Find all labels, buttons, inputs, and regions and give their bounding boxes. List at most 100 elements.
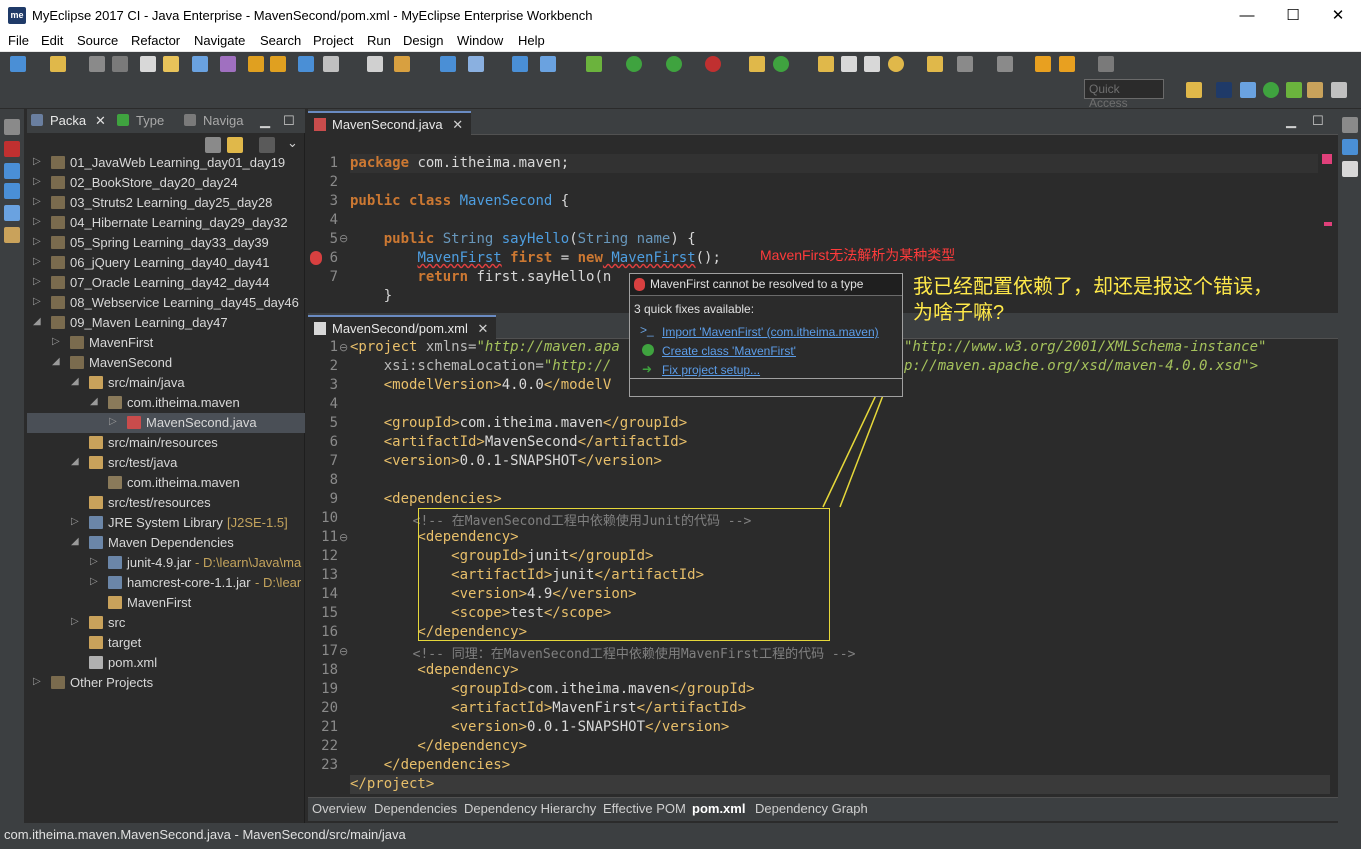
- link-with-editor-icon[interactable]: [227, 137, 243, 153]
- outline-right-icon[interactable]: [1342, 161, 1358, 177]
- tab-pom-xml[interactable]: MavenSecond/pom.xml ✕: [308, 315, 497, 339]
- debug-icon[interactable]: [586, 56, 602, 72]
- search-icon[interactable]: [888, 56, 904, 72]
- tab-navigator[interactable]: Naviga: [203, 113, 243, 128]
- print-icon[interactable]: [140, 56, 156, 72]
- new-package-icon[interactable]: [749, 56, 765, 72]
- menu-file[interactable]: File: [8, 33, 29, 48]
- tree-item[interactable]: ▷ 01_JavaWeb Learning_day01_day19: [27, 153, 305, 173]
- undo-icon[interactable]: [248, 56, 264, 72]
- tree-item[interactable]: ▷ MavenFirst: [27, 333, 305, 353]
- tree-item[interactable]: ◢ src/test/java: [27, 453, 305, 473]
- code-line-8[interactable]: }: [350, 288, 392, 304]
- redo-icon[interactable]: [270, 56, 286, 72]
- code-line-5[interactable]: public String sayHello(String name) {: [350, 231, 696, 247]
- camera-icon[interactable]: [540, 56, 556, 72]
- forward-icon[interactable]: [1098, 56, 1114, 72]
- tree-item[interactable]: target: [27, 633, 305, 653]
- tree-item[interactable]: com.itheima.maven: [27, 473, 305, 493]
- tree-expand-icon[interactable]: ▷: [71, 616, 79, 627]
- save-all-icon[interactable]: [112, 56, 128, 72]
- pom-line-20[interactable]: <artifactId>MavenFirst</artifactId>: [350, 700, 746, 716]
- pom-line-5[interactable]: <groupId>com.itheima.maven</groupId>: [350, 415, 687, 431]
- tree-expand-icon[interactable]: ▷: [33, 216, 41, 227]
- menu-source[interactable]: Source: [77, 33, 118, 48]
- menu-help[interactable]: Help: [518, 33, 545, 48]
- fold-icon[interactable]: ⊖: [339, 645, 348, 658]
- code-line-1[interactable]: package com.itheima.maven;: [350, 155, 569, 171]
- open-folder-icon[interactable]: [818, 56, 834, 72]
- outline-icon[interactable]: [4, 183, 20, 199]
- tree-expand-icon[interactable]: ▷: [33, 176, 41, 187]
- stop-icon[interactable]: [705, 56, 721, 72]
- tab-overview[interactable]: Overview: [312, 801, 366, 816]
- open-resource-icon[interactable]: [864, 56, 880, 72]
- pom-line-3[interactable]: <modelVersion>4.0.0</modelV: [350, 377, 612, 393]
- tree-item[interactable]: ◢ MavenSecond: [27, 353, 305, 373]
- tab-close-icon[interactable]: ✕: [477, 321, 488, 336]
- save-icon[interactable]: [89, 56, 105, 72]
- tree-expand-icon[interactable]: ▷: [90, 576, 98, 587]
- tree-item[interactable]: ▷ src: [27, 613, 305, 633]
- servers-icon[interactable]: [4, 227, 20, 243]
- tree-item[interactable]: ▷ 04_Hibernate Learning_day29_day32: [27, 213, 305, 233]
- new-icon[interactable]: [10, 56, 26, 72]
- close-button[interactable]: ✕: [1315, 0, 1361, 31]
- tree-item[interactable]: src/main/resources: [27, 433, 305, 453]
- tree-expand-icon[interactable]: ▷: [52, 336, 60, 347]
- maximize-button[interactable]: ☐: [1270, 0, 1316, 31]
- mark-occurrences-icon[interactable]: [927, 56, 943, 72]
- fold-icon[interactable]: ⊖: [339, 341, 348, 354]
- run-last-icon[interactable]: [666, 56, 682, 72]
- skip-breakpoints-icon[interactable]: [220, 56, 236, 72]
- code-line-3[interactable]: public class MavenSecond {: [350, 193, 569, 209]
- tree-item[interactable]: ▷ 05_Spring Learning_day33_day39: [27, 233, 305, 253]
- pom-line-1[interactable]: <project xmlns="http://maven.apa: [350, 339, 620, 355]
- open-perspective-icon[interactable]: [1186, 82, 1202, 98]
- tree-item[interactable]: ▷ MavenSecond.java: [27, 413, 305, 433]
- tree-item[interactable]: ▷ 03_Struts2 Learning_day25_day28: [27, 193, 305, 213]
- tree-expand-icon[interactable]: ▷: [33, 156, 41, 167]
- next-annotation-icon[interactable]: [957, 56, 973, 72]
- minimize-editor-icon[interactable]: ▁: [1286, 113, 1296, 129]
- tab-dependency-graph[interactable]: Dependency Graph: [755, 801, 868, 816]
- run-icon[interactable]: [626, 56, 642, 72]
- tree-item[interactable]: pom.xml: [27, 653, 305, 673]
- hierarchy-icon[interactable]: [1342, 139, 1358, 155]
- menu-project[interactable]: Project: [313, 33, 353, 48]
- pom-line-22[interactable]: </dependency>: [350, 738, 527, 754]
- pom-line-24[interactable]: </project>: [350, 776, 434, 792]
- tree-item[interactable]: ▷ junit-4.9.jar - D:\learn\Java\ma: [27, 553, 305, 573]
- tab-mavensecond-java[interactable]: MavenSecond.java ✕: [308, 111, 472, 135]
- tree-expand-icon[interactable]: ▷: [33, 296, 41, 307]
- view-menu-icon[interactable]: ⌄: [287, 135, 298, 151]
- tree-expand-icon[interactable]: ◢: [52, 356, 60, 367]
- pom-line-18[interactable]: <dependency>: [350, 662, 518, 678]
- database-perspective-icon[interactable]: [1307, 82, 1323, 98]
- tasks-icon[interactable]: [4, 163, 20, 179]
- back-icon[interactable]: [1059, 56, 1075, 72]
- tree-expand-icon[interactable]: ▷: [33, 236, 41, 247]
- minimize-view-icon[interactable]: ▁: [260, 113, 270, 129]
- tab-dependencies[interactable]: Dependencies: [374, 801, 457, 816]
- console-icon[interactable]: [4, 205, 20, 221]
- deploy-icon[interactable]: [298, 56, 314, 72]
- open-task-icon[interactable]: [841, 56, 857, 72]
- restore-icon[interactable]: [4, 119, 20, 135]
- fix-project-setup[interactable]: Fix project setup...: [662, 363, 760, 377]
- tree-item[interactable]: ▷ 07_Oracle Learning_day42_day44: [27, 273, 305, 293]
- pom-line-1-tail[interactable]: "http://www.w3.org/2001/XMLSchema-instan…: [904, 339, 1266, 355]
- pom-line-6[interactable]: <artifactId>MavenSecond</artifactId>: [350, 434, 687, 450]
- perspective-icon[interactable]: [440, 56, 456, 72]
- tree-expand-icon[interactable]: ▷: [109, 416, 117, 427]
- tree-expand-icon[interactable]: ▷: [33, 196, 41, 207]
- java-perspective-icon[interactable]: [1263, 82, 1279, 98]
- code-line-6[interactable]: MavenFirst first = new MavenFirst();: [350, 250, 720, 266]
- myeclipse-perspective-icon[interactable]: [1216, 82, 1232, 98]
- monitor-icon[interactable]: [192, 56, 208, 72]
- team-perspective-icon[interactable]: [1331, 82, 1347, 98]
- tab-dependency-hierarchy[interactable]: Dependency Hierarchy: [464, 801, 596, 816]
- pom-line-23[interactable]: </dependencies>: [350, 757, 510, 773]
- tree-expand-icon[interactable]: ◢: [71, 456, 79, 467]
- tree-expand-icon[interactable]: ◢: [71, 376, 79, 387]
